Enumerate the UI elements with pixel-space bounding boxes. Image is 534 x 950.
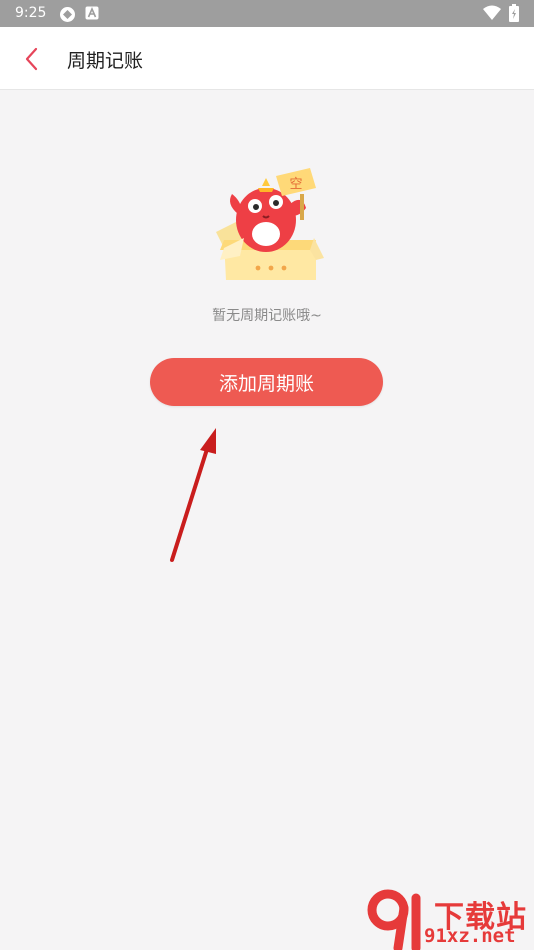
status-bar: 9:25 xyxy=(0,0,534,27)
empty-message: 暂无周期记账哦~ xyxy=(212,308,322,324)
back-button[interactable] xyxy=(14,41,50,77)
sign-text: 空 xyxy=(289,177,302,192)
watermark-url: 91xz.net xyxy=(424,925,516,947)
wifi-icon xyxy=(483,5,501,20)
app-bar: 周期记账 xyxy=(0,27,534,90)
status-time: 9:25 xyxy=(15,5,47,21)
page-title: 周期记账 xyxy=(67,50,144,72)
red-arrow-icon xyxy=(170,428,216,562)
add-recurring-entry-button[interactable]: 添加周期账 xyxy=(150,358,383,406)
battery-icon xyxy=(509,4,519,22)
empty-box-mascot-illustration: 空 xyxy=(216,168,324,280)
circle-app-icon xyxy=(60,7,75,22)
site-watermark: 下载站 91xz.net xyxy=(366,888,534,950)
91-logo-icon xyxy=(367,889,421,950)
font-a-icon xyxy=(85,6,99,20)
chevron-left-icon xyxy=(25,47,38,71)
